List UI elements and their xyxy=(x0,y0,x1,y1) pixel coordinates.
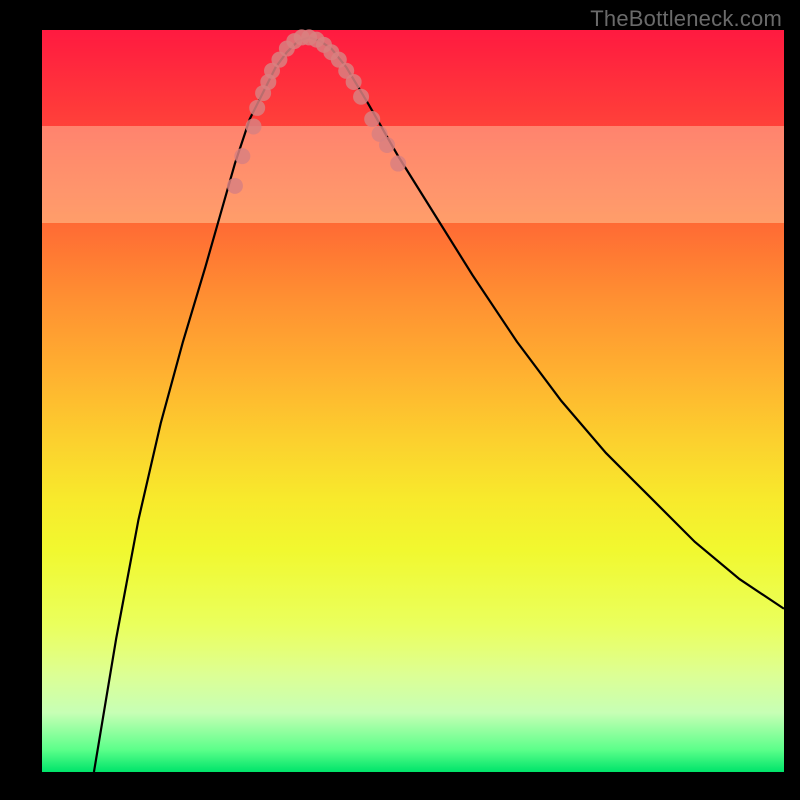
chart-frame: TheBottleneck.com xyxy=(0,0,800,800)
bottleneck-curve xyxy=(94,37,784,772)
curve-layer xyxy=(42,30,784,772)
marker-dot xyxy=(346,74,362,90)
marker-dot xyxy=(227,178,243,194)
marker-dot xyxy=(379,137,395,153)
marker-dot xyxy=(245,118,261,134)
watermark-text: TheBottleneck.com xyxy=(590,6,782,32)
marker-dot xyxy=(249,100,265,116)
marker-points xyxy=(227,29,406,193)
marker-dot xyxy=(364,111,380,127)
marker-dot xyxy=(353,89,369,105)
marker-dot xyxy=(390,156,406,172)
marker-dot xyxy=(234,148,250,164)
plot-area xyxy=(42,30,784,772)
